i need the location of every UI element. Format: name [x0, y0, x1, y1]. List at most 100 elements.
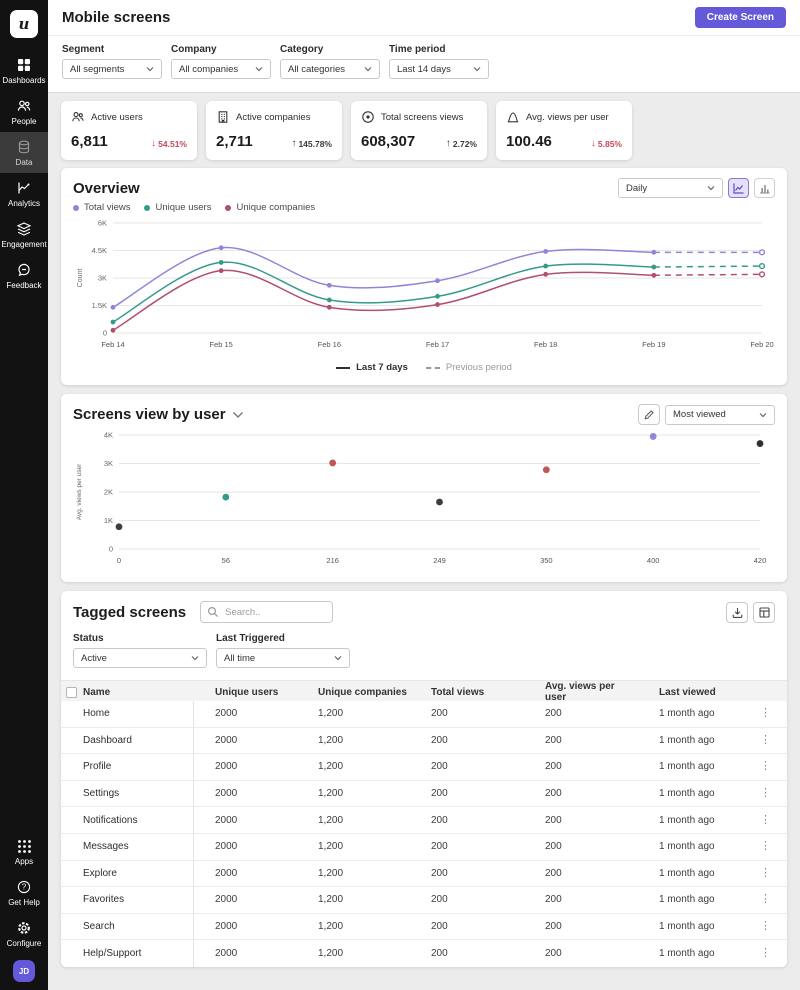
- last-triggered-filter: Last Triggered All time: [216, 633, 350, 668]
- svg-text:Avg. views per user: Avg. views per user: [76, 463, 83, 520]
- filter-label: Last Triggered: [216, 633, 350, 644]
- bar-chart-toggle[interactable]: [754, 178, 775, 198]
- svg-text:249: 249: [433, 556, 446, 565]
- sidebar-item-data[interactable]: Data: [0, 132, 48, 173]
- column-header-unique-users[interactable]: Unique users: [194, 687, 297, 698]
- row-menu-button[interactable]: ⋮: [748, 868, 787, 879]
- interval-select[interactable]: Daily: [618, 178, 723, 198]
- line-chart-toggle[interactable]: [728, 178, 749, 198]
- sidebar-item-label: Configure: [7, 939, 42, 948]
- filter-label: Segment: [62, 44, 162, 55]
- select-all-checkbox[interactable]: [66, 687, 77, 698]
- status-select[interactable]: Active: [73, 648, 207, 668]
- column-header-unique-companies[interactable]: Unique companies: [297, 687, 410, 698]
- sidebar-item-label: People: [12, 117, 37, 126]
- row-menu-button[interactable]: ⋮: [748, 708, 787, 719]
- delta-percent: 145.78%: [298, 139, 332, 149]
- kpi-label: Active companies: [236, 112, 310, 123]
- select-value: All time: [224, 653, 255, 664]
- table-row[interactable]: Profile20001,2002002001 month ago⋮: [61, 754, 787, 781]
- sidebar-item-label: Apps: [15, 857, 33, 866]
- cell-value: 1,200: [297, 921, 410, 932]
- table-row[interactable]: Notifications20001,2002002001 month ago⋮: [61, 807, 787, 834]
- cell-value: 1 month ago: [638, 788, 748, 799]
- sidebar-item-configure[interactable]: Configure: [0, 913, 48, 954]
- filter-bar: Segment All segments Company All compani…: [48, 36, 800, 93]
- sidebar: u Dashboards People: [0, 0, 48, 990]
- time-period-select[interactable]: Last 14 days: [389, 59, 489, 79]
- sidebar-item-analytics[interactable]: Analytics: [0, 173, 48, 214]
- chevron-down-icon: [334, 655, 342, 661]
- row-menu-button[interactable]: ⋮: [748, 948, 787, 959]
- cell-value: 200: [524, 921, 638, 932]
- cell-value: 200: [410, 788, 524, 799]
- cell-value: 1 month ago: [638, 735, 748, 746]
- download-button[interactable]: [726, 602, 748, 623]
- table-row[interactable]: Settings20001,2002002001 month ago⋮: [61, 781, 787, 808]
- svg-text:4K: 4K: [104, 431, 113, 440]
- kpi-label: Active users: [91, 112, 143, 123]
- page-header: Mobile screens Create Screen: [48, 0, 800, 36]
- create-screen-button[interactable]: Create Screen: [695, 7, 786, 28]
- users-icon: [71, 110, 85, 124]
- cell-value: 200: [410, 868, 524, 879]
- cell-name: Search: [83, 914, 194, 940]
- cell-value: 2000: [194, 761, 297, 772]
- apps-icon: [17, 839, 32, 854]
- cell-value: 200: [410, 708, 524, 719]
- svg-text:1K: 1K: [104, 516, 113, 525]
- row-menu-button[interactable]: ⋮: [748, 921, 787, 932]
- sort-select[interactable]: Most viewed: [665, 405, 775, 425]
- search-input[interactable]: [200, 601, 333, 623]
- kpi-label: Avg. views per user: [526, 112, 609, 123]
- tagged-screens-panel: Tagged screens: [61, 591, 787, 967]
- table-row[interactable]: Search20001,2002002001 month ago⋮: [61, 914, 787, 941]
- user-avatar[interactable]: JD: [13, 960, 35, 982]
- sidebar-item-get-help[interactable]: ? Get Help: [0, 872, 48, 913]
- sidebar-item-feedback[interactable]: Feedback: [0, 255, 48, 296]
- column-header-avg-views[interactable]: Avg. views per user: [524, 681, 638, 703]
- table-row[interactable]: Explore20001,2002002001 month ago⋮: [61, 861, 787, 888]
- cell-value: 200: [524, 948, 638, 959]
- cell-value: 200: [410, 761, 524, 772]
- select-value: Last 14 days: [397, 64, 451, 75]
- row-menu-button[interactable]: ⋮: [748, 815, 787, 826]
- sidebar-item-dashboards[interactable]: Dashboards: [0, 50, 48, 91]
- row-menu-button[interactable]: ⋮: [748, 894, 787, 905]
- cell-value: 1,200: [297, 894, 410, 905]
- table-row[interactable]: Home20001,2002002001 month ago⋮: [61, 701, 787, 728]
- segment-select[interactable]: All segments: [62, 59, 162, 79]
- table-row[interactable]: Messages20001,2002002001 month ago⋮: [61, 834, 787, 861]
- cell-value: 1 month ago: [638, 761, 748, 772]
- kpi-card-active-companies: Active companies 2,711 ↑145.78%: [206, 101, 342, 160]
- legend-dot-icon: [144, 205, 150, 211]
- company-select[interactable]: All companies: [171, 59, 271, 79]
- app-window: u Dashboards People: [0, 0, 800, 990]
- select-value: Active: [81, 653, 107, 664]
- sidebar-item-engagement[interactable]: Engagement: [0, 214, 48, 255]
- gauge-icon: [506, 110, 520, 124]
- row-menu-button[interactable]: ⋮: [748, 761, 787, 772]
- sidebar-item-people[interactable]: People: [0, 91, 48, 132]
- sidebar-item-apps[interactable]: Apps: [0, 832, 48, 872]
- column-header-last-viewed[interactable]: Last viewed: [638, 687, 748, 698]
- app-logo[interactable]: u: [10, 10, 38, 38]
- edit-button[interactable]: [638, 404, 660, 425]
- svg-text:Feb 16: Feb 16: [318, 340, 341, 349]
- columns-button[interactable]: [753, 602, 775, 623]
- kpi-delta: ↑145.78%: [291, 138, 332, 149]
- table-row[interactable]: Favorites20001,2002002001 month ago⋮: [61, 887, 787, 914]
- table-row[interactable]: Dashboard20001,2002002001 month ago⋮: [61, 728, 787, 755]
- chevron-down-icon[interactable]: [232, 411, 244, 419]
- row-menu-button[interactable]: ⋮: [748, 841, 787, 852]
- row-menu-button[interactable]: ⋮: [748, 788, 787, 799]
- table-row[interactable]: Help/Support20001,2002002001 month ago⋮: [61, 940, 787, 967]
- last-triggered-select[interactable]: All time: [216, 648, 350, 668]
- row-menu-button[interactable]: ⋮: [748, 735, 787, 746]
- delta-arrow-icon: ↑: [291, 138, 296, 149]
- cell-value: 200: [410, 948, 524, 959]
- column-header-name[interactable]: Name: [83, 687, 194, 698]
- svg-text:Feb 18: Feb 18: [534, 340, 557, 349]
- category-select[interactable]: All categories: [280, 59, 380, 79]
- column-header-total-views[interactable]: Total views: [410, 687, 524, 698]
